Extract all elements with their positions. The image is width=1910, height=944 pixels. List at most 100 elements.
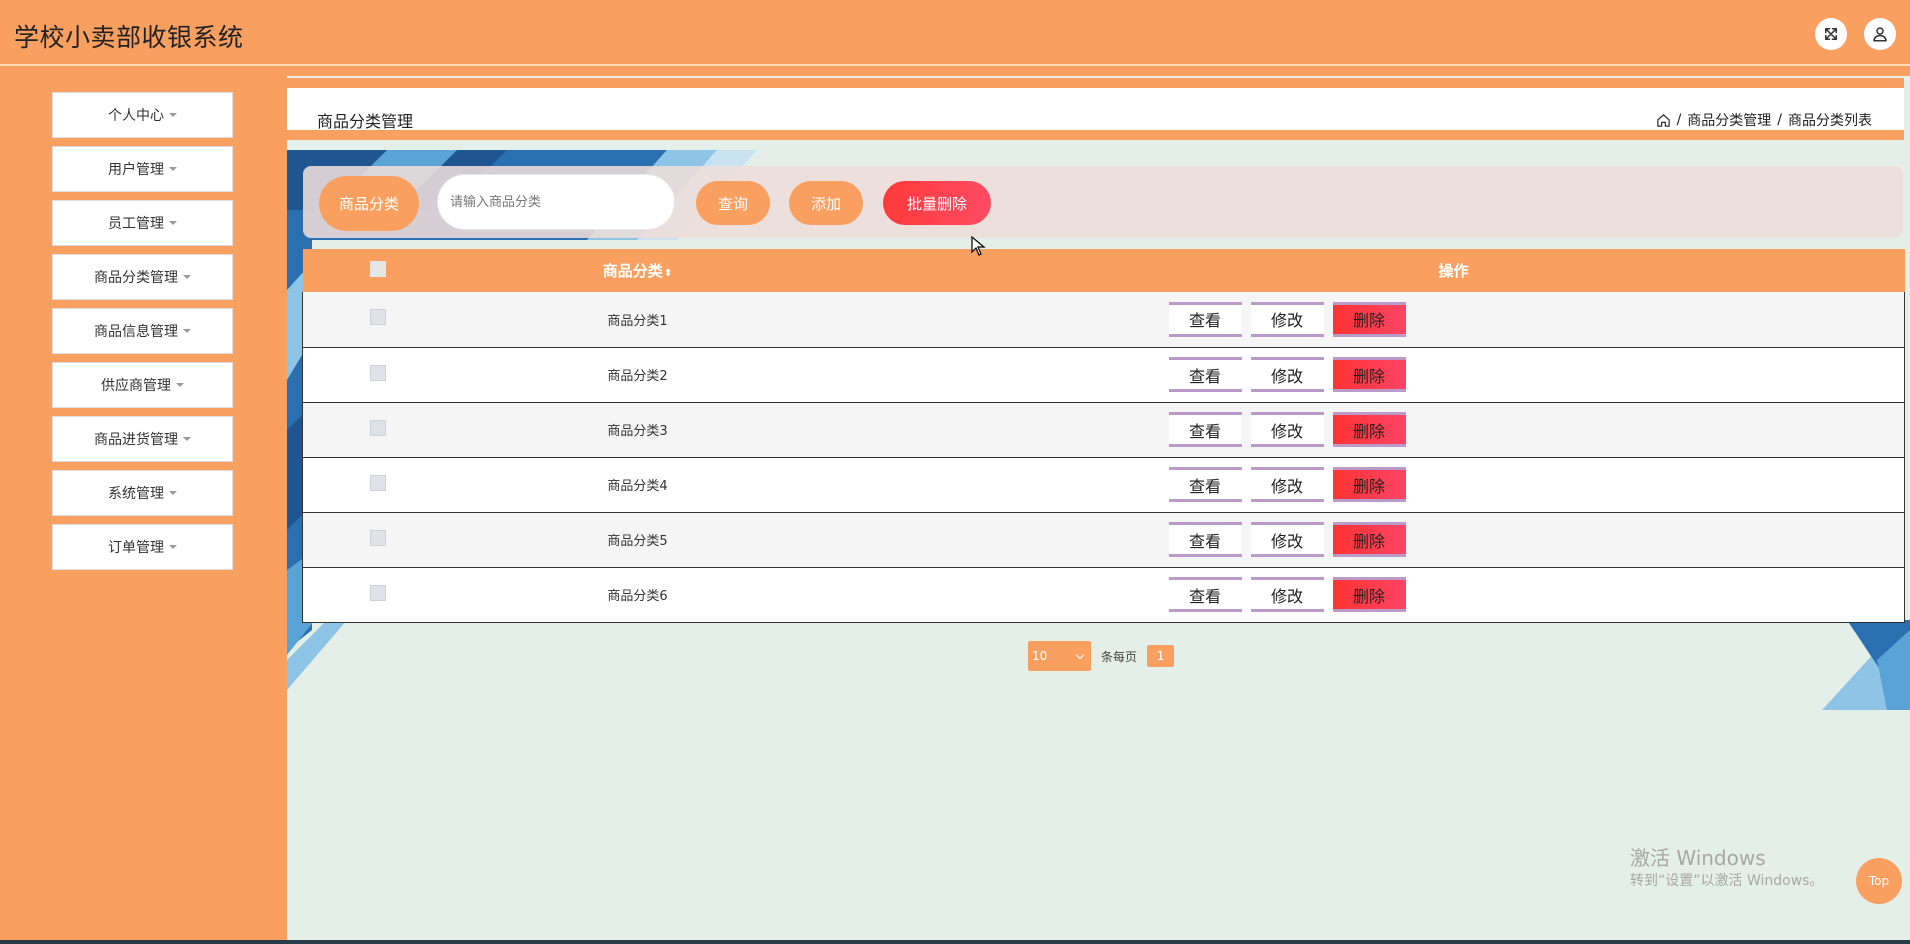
caret-down-icon	[169, 113, 177, 117]
mouse-cursor-icon	[971, 236, 986, 256]
main-top-strip	[287, 78, 1904, 88]
page-number-current[interactable]: 1	[1147, 645, 1175, 667]
pagination: 10 条每页 1	[1028, 641, 1175, 671]
sidebar-item-user-management[interactable]: 用户管理	[52, 146, 233, 192]
view-button[interactable]: 查看	[1168, 522, 1242, 557]
column-header-category[interactable]: 商品分类⬍	[453, 249, 773, 292]
sidebar-item-personal-center[interactable]: 个人中心	[52, 92, 233, 138]
sidebar-item-label: 用户管理	[108, 162, 164, 178]
view-button[interactable]: 查看	[1168, 467, 1242, 502]
delete-button[interactable]: 删除	[1332, 357, 1406, 392]
row-checkbox[interactable]	[369, 584, 386, 601]
query-button[interactable]: 查询	[696, 181, 770, 225]
search-panel: 商品分类 查询 添加 批量删除	[303, 166, 1903, 238]
app-title: 学校小卖部收银系统	[14, 23, 244, 52]
caret-down-icon	[169, 221, 177, 225]
category-name-cell: 商品分类1	[607, 313, 668, 329]
row-checkbox[interactable]	[369, 474, 386, 491]
edit-button[interactable]: 修改	[1250, 467, 1324, 502]
caret-down-icon	[183, 329, 191, 333]
delete-button[interactable]: 删除	[1332, 301, 1406, 337]
page-size-select[interactable]: 10	[1028, 641, 1091, 671]
batch-delete-button[interactable]: 批量删除	[883, 181, 991, 225]
edit-button[interactable]: 修改	[1250, 577, 1324, 612]
delete-button[interactable]: 删除	[1332, 412, 1406, 447]
breadcrumb-panel: 商品分类管理 / 商品分类管理 / 商品分类列表	[287, 88, 1904, 140]
search-field-label: 商品分类	[319, 176, 419, 231]
category-name-cell: 商品分类3	[607, 424, 668, 439]
breadcrumb: / 商品分类管理 / 商品分类列表	[1656, 110, 1872, 130]
view-button[interactable]: 查看	[1168, 301, 1242, 337]
sidebar-item-label: 订单管理	[108, 540, 164, 556]
row-checkbox[interactable]	[369, 419, 386, 436]
sidebar-item-system-management[interactable]: 系统管理	[52, 470, 233, 516]
windows-watermark-title: 激活 Windows	[1630, 846, 1766, 870]
category-table: 商品分类⬍ 操作 商品分类1 查看 修改 删除 商品分类2 查看 修改 删除 商…	[302, 249, 1905, 623]
category-search-input[interactable]	[437, 174, 675, 230]
view-button[interactable]: 查看	[1168, 577, 1242, 612]
fullscreen-button[interactable]	[1815, 18, 1847, 50]
view-button[interactable]: 查看	[1168, 357, 1242, 392]
caret-down-icon	[169, 491, 177, 495]
sidebar-item-staff-management[interactable]: 员工管理	[52, 200, 233, 246]
sidebar-item-label: 商品分类管理	[94, 270, 178, 286]
breadcrumb-separator: /	[1676, 112, 1682, 128]
sidebar-item-label: 员工管理	[108, 216, 164, 232]
taskbar-edge	[0, 940, 1910, 944]
row-checkbox[interactable]	[369, 309, 386, 326]
view-button[interactable]: 查看	[1168, 412, 1242, 447]
caret-down-icon	[176, 383, 184, 387]
back-to-top-button[interactable]: Top	[1856, 858, 1902, 904]
sidebar-item-label: 商品信息管理	[94, 324, 178, 340]
breadcrumb-level1[interactable]: 商品分类管理	[1687, 110, 1771, 130]
row-checkbox[interactable]	[369, 364, 386, 381]
edit-button[interactable]: 修改	[1250, 301, 1324, 337]
sidebar-item-label: 个人中心	[108, 108, 164, 124]
top-header: 学校小卖部收银系统	[0, 0, 1910, 66]
breadcrumb-level2: 商品分类列表	[1788, 113, 1872, 129]
user-button[interactable]	[1864, 18, 1896, 50]
category-name-cell: 商品分类2	[607, 369, 668, 384]
windows-watermark-subtitle: 转到“设置”以激活 Windows。	[1630, 873, 1824, 889]
per-page-text: 条每页	[1101, 649, 1138, 664]
table-header-row: 商品分类⬍ 操作	[302, 249, 1905, 292]
edit-button[interactable]: 修改	[1250, 412, 1324, 447]
delete-button[interactable]: 删除	[1332, 467, 1406, 502]
edit-button[interactable]: 修改	[1250, 522, 1324, 557]
table-row: 商品分类4 查看 修改 删除	[302, 457, 1905, 512]
main-content: 商品分类管理 / 商品分类管理 / 商品分类列表 商品分类 查询 添加 批量删除…	[287, 76, 1910, 940]
sidebar-item-label: 商品进货管理	[94, 432, 178, 448]
add-button[interactable]: 添加	[789, 181, 863, 225]
sidebar-item-product-management[interactable]: 商品信息管理	[52, 308, 233, 354]
table-row: 商品分类5 查看 修改 删除	[302, 512, 1905, 567]
select-all-checkbox[interactable]	[369, 260, 386, 277]
sidebar-item-label: 系统管理	[108, 486, 164, 502]
sidebar-item-supplier-management[interactable]: 供应商管理	[52, 362, 233, 408]
sidebar-item-purchase-management[interactable]: 商品进货管理	[52, 416, 233, 462]
column-header-operations: 操作	[773, 249, 1905, 292]
sort-icon[interactable]: ⬍	[664, 268, 672, 279]
delete-button[interactable]: 删除	[1332, 522, 1406, 557]
table-row: 商品分类1 查看 修改 删除	[302, 292, 1905, 347]
sidebar-item-label: 供应商管理	[101, 378, 171, 394]
edit-button[interactable]: 修改	[1250, 357, 1324, 392]
table-row: 商品分类2 查看 修改 删除	[302, 347, 1905, 402]
category-name-cell: 商品分类5	[607, 534, 668, 549]
home-icon[interactable]	[1656, 113, 1671, 128]
page-title: 商品分类管理	[317, 112, 414, 131]
table-row: 商品分类6 查看 修改 删除	[302, 567, 1905, 622]
caret-down-icon	[183, 275, 191, 279]
sidebar-item-order-management[interactable]: 订单管理	[52, 524, 233, 570]
sidebar-item-category-management[interactable]: 商品分类管理	[52, 254, 233, 300]
sidebar: 个人中心 用户管理 员工管理 商品分类管理 商品信息管理 供应商管理 商品进货管…	[0, 76, 286, 944]
row-checkbox[interactable]	[369, 529, 386, 546]
breadcrumb-separator: /	[1777, 112, 1782, 128]
table-row: 商品分类3 查看 修改 删除	[302, 402, 1905, 457]
column-header-label: 商品分类	[602, 262, 663, 280]
caret-down-icon	[183, 437, 191, 441]
user-icon	[1873, 27, 1887, 42]
delete-button[interactable]: 删除	[1332, 577, 1406, 612]
caret-down-icon	[169, 545, 177, 549]
category-name-cell: 商品分类4	[607, 479, 668, 494]
column-header-label: 操作	[1438, 262, 1469, 280]
